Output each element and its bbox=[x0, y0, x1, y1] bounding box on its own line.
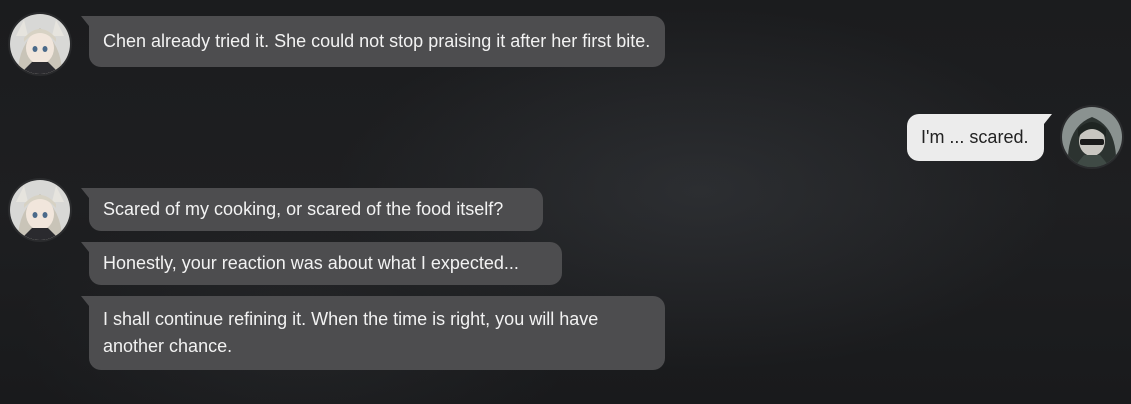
bubble-tail bbox=[81, 296, 89, 306]
blonde-girl-avatar-icon bbox=[10, 14, 70, 74]
message-bubble: Chen already tried it. She could not sto… bbox=[81, 16, 665, 67]
bubble-tail bbox=[81, 188, 89, 198]
player-message-bubble: I'm ... scared. bbox=[907, 114, 1052, 161]
message-text: I'm ... scared. bbox=[921, 127, 1029, 147]
bubble-tail bbox=[81, 242, 89, 252]
bubble-tail bbox=[1044, 114, 1052, 124]
npc-avatar bbox=[10, 14, 70, 74]
bubble-tail bbox=[81, 16, 89, 26]
player-avatar bbox=[1062, 107, 1122, 167]
message-bubble: Honestly, your reaction was about what I… bbox=[81, 242, 562, 285]
message-bubble: Scared of my cooking, or scared of the f… bbox=[81, 188, 543, 231]
message-text: Chen already tried it. She could not sto… bbox=[103, 31, 651, 51]
blonde-girl-avatar-icon bbox=[10, 180, 70, 240]
message-bubble: I shall continue refining it. When the t… bbox=[81, 296, 665, 370]
message-text: Honestly, your reaction was about what I… bbox=[103, 253, 519, 273]
message-text: Scared of my cooking, or scared of the f… bbox=[103, 199, 504, 219]
message-text: I shall continue refining it. When the t… bbox=[103, 309, 599, 356]
npc-avatar bbox=[10, 180, 70, 240]
dark-haired-masked-avatar-icon bbox=[1062, 107, 1122, 167]
chat-log: Chen already tried it. She could not sto… bbox=[0, 0, 1131, 404]
